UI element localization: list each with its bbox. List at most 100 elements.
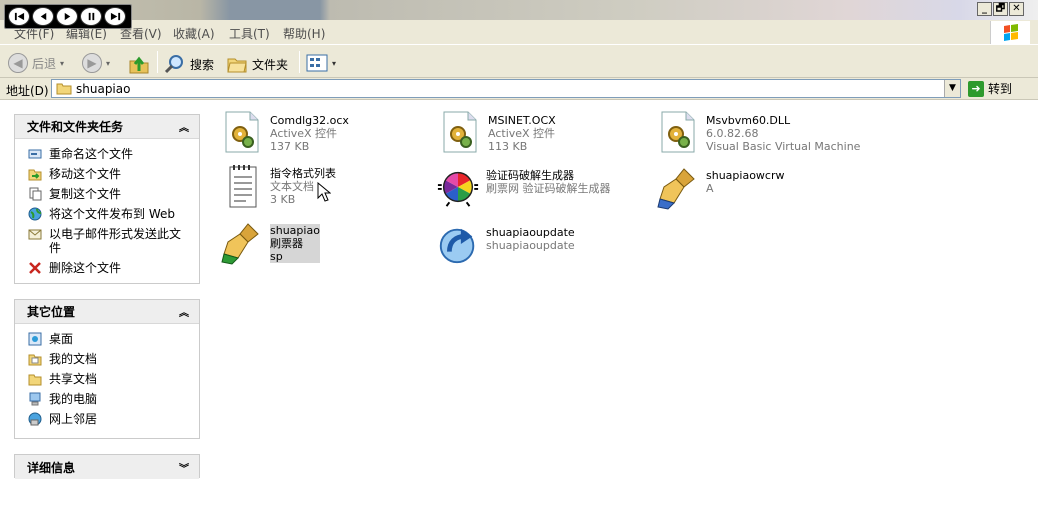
file-name: MSINET.OCX [488, 114, 556, 127]
collapse-icon[interactable]: ︽ [179, 119, 189, 134]
media-rewind-button[interactable] [32, 7, 54, 26]
forward-button[interactable]: ▶ ▾ [82, 53, 110, 73]
search-icon [164, 55, 183, 74]
notepad-icon [220, 163, 264, 209]
up-folder-icon [129, 56, 149, 74]
file-name: 指令格式列表 [270, 167, 336, 180]
forward-dropdown-icon[interactable]: ▾ [106, 59, 110, 68]
folders-label: 文件夹 [252, 57, 289, 72]
address-path: shuapiao [76, 81, 131, 96]
go-button[interactable]: ➜ 转到 [968, 80, 1012, 97]
tasks-panel-header[interactable]: 文件和文件夹任务 ︽ [15, 115, 199, 139]
media-play-button[interactable] [56, 7, 78, 26]
file-tile[interactable]: MSINET.OCX ActiveX 控件 113 KB [438, 110, 556, 156]
globe-icon [27, 207, 43, 221]
brush-icon [656, 165, 700, 211]
place-desktop[interactable]: 桌面 [27, 332, 199, 346]
folders-button[interactable]: 文件夹 [226, 53, 288, 75]
minimize-button[interactable]: _ [977, 2, 992, 16]
details-panel-title: 详细信息 [27, 460, 76, 475]
search-label: 搜索 [190, 57, 215, 72]
file-tile[interactable]: shuapiaoupdate shuapiaoupdate [436, 222, 575, 268]
file-type: ActiveX 控件 [270, 127, 338, 140]
task-move[interactable]: 移动这个文件 [27, 167, 199, 181]
place-label: 网上邻居 [49, 412, 98, 426]
window-controls: _ 🗗 ✕ [977, 2, 1024, 16]
media-prev-button[interactable] [8, 7, 30, 26]
menu-help[interactable]: 帮助(H) [283, 25, 325, 42]
search-button[interactable]: 搜索 [164, 53, 214, 75]
place-label: 桌面 [49, 332, 74, 346]
details-panel-header[interactable]: 详细信息 ︾ [15, 455, 199, 479]
brush-icon [220, 220, 264, 266]
task-rename[interactable]: 重命名这个文件 [27, 147, 199, 161]
activex-gear-icon [656, 110, 700, 156]
file-name: shuapiaowcrw [706, 169, 785, 182]
move-icon [27, 167, 43, 181]
media-next-button[interactable] [104, 7, 126, 26]
file-name: shuapiaoupdate [486, 226, 575, 239]
up-folder-button[interactable] [128, 53, 150, 75]
computer-icon [27, 392, 43, 406]
file-version: 6.0.82.68 [706, 127, 759, 140]
task-email[interactable]: 以电子邮件形式发送此文件 [27, 227, 199, 255]
toolbar-separator [299, 51, 300, 73]
expand-icon[interactable]: ︾ [179, 460, 189, 475]
place-label: 共享文档 [49, 372, 98, 386]
back-label: 后退 [32, 56, 57, 71]
task-label: 复制这个文件 [49, 187, 122, 201]
views-button[interactable]: ▾ [306, 53, 336, 73]
task-delete[interactable]: 删除这个文件 [27, 261, 199, 275]
place-my-documents[interactable]: 我的文档 [27, 352, 199, 366]
tasks-panel-title: 文件和文件夹任务 [27, 120, 124, 134]
folder-icon [56, 83, 72, 95]
file-company: sp [270, 250, 320, 263]
play-icon [64, 12, 70, 21]
go-arrow-icon: ➜ [968, 80, 984, 97]
task-label: 以电子邮件形式发送此文件 [49, 227, 182, 255]
address-input[interactable]: shuapiao ▼ [51, 79, 961, 98]
activex-gear-icon [438, 110, 482, 156]
file-name: 验证码破解生成器 [486, 169, 574, 182]
place-label: 我的文档 [49, 352, 98, 366]
activex-gear-icon [220, 110, 264, 156]
file-tile[interactable]: Msvbvm60.DLL 6.0.82.68 Visual Basic Virt… [656, 110, 860, 156]
task-publish-web[interactable]: 将这个文件发布到 Web [27, 207, 199, 221]
menu-bar: 文件(F) 编辑(E) 查看(V) 收藏(A) 工具(T) 帮助(H) _ 🗗 … [0, 0, 1038, 45]
back-dropdown-icon[interactable]: ▾ [60, 59, 64, 68]
skip-back-icon [14, 12, 24, 21]
file-size: 113 KB [488, 140, 528, 153]
file-description: 刷票网 验证码破解生成器 [486, 182, 611, 195]
mouse-cursor-icon [317, 182, 331, 202]
place-network[interactable]: 网上邻居 [27, 412, 199, 426]
views-grid-icon [306, 54, 328, 72]
title-strip [0, 0, 1038, 20]
back-button[interactable]: ◀ 后退 ▾ [8, 53, 64, 73]
copy-icon [27, 187, 43, 201]
forward-arrow-icon: ▶ [82, 53, 102, 73]
file-name: Msvbvm60.DLL [706, 114, 791, 127]
go-label: 转到 [988, 82, 1013, 96]
file-tile-selected[interactable]: shuapiao 刷票器 sp [220, 220, 320, 266]
media-pause-button[interactable] [80, 7, 102, 26]
menu-tools[interactable]: 工具(T) [229, 25, 270, 42]
place-my-computer[interactable]: 我的电脑 [27, 392, 199, 406]
folders-icon [227, 58, 247, 73]
file-tile[interactable]: Comdlg32.ocx ActiveX 控件 137 KB [220, 110, 349, 156]
color-wheel-icon [436, 165, 480, 211]
task-copy[interactable]: 复制这个文件 [27, 187, 199, 201]
file-tile[interactable]: shuapiaowcrw A [656, 165, 785, 211]
restore-button[interactable]: 🗗 [993, 2, 1008, 16]
other-places-panel-title: 其它位置 [27, 305, 76, 319]
task-label: 删除这个文件 [49, 261, 122, 275]
collapse-icon[interactable]: ︽ [179, 304, 189, 319]
delete-x-icon [27, 261, 43, 275]
file-size: 137 KB [270, 140, 310, 153]
menu-favorites[interactable]: 收藏(A) [173, 25, 215, 42]
file-tile[interactable]: 验证码破解生成器 刷票网 验证码破解生成器 [436, 165, 611, 211]
close-button[interactable]: ✕ [1009, 2, 1024, 16]
place-shared-documents[interactable]: 共享文档 [27, 372, 199, 386]
task-label: 重命名这个文件 [49, 147, 134, 161]
address-dropdown-button[interactable]: ▼ [944, 80, 960, 97]
other-places-panel-header[interactable]: 其它位置 ︽ [15, 300, 199, 324]
